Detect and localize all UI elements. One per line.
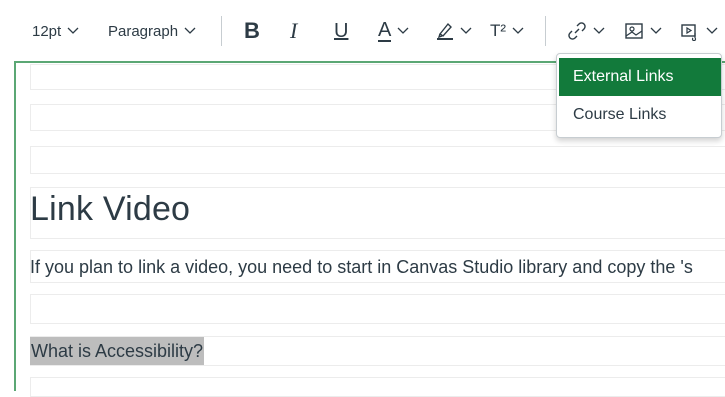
link-icon — [567, 21, 587, 41]
link-dropdown-menu: External Links Course Links — [556, 53, 722, 138]
highlight-color-button[interactable] — [436, 16, 472, 46]
menu-item-external-links[interactable]: External Links — [559, 58, 721, 96]
image-button[interactable] — [624, 16, 662, 46]
chevron-down-icon — [706, 27, 718, 35]
link-button[interactable] — [567, 16, 605, 46]
chevron-down-icon — [67, 27, 79, 35]
media-icon — [680, 21, 700, 41]
bold-button[interactable]: B — [244, 16, 260, 46]
chevron-down-icon — [512, 27, 524, 35]
toolbar-separator — [545, 16, 546, 46]
font-color-icon: A — [378, 19, 392, 42]
empty-paragraph[interactable] — [30, 294, 725, 324]
media-button[interactable] — [680, 16, 718, 46]
content-heading: Link Video — [30, 190, 191, 228]
italic-icon: I — [290, 18, 298, 43]
chevron-down-icon — [460, 27, 472, 35]
font-color-button[interactable]: A — [378, 16, 409, 46]
underline-button[interactable]: U — [334, 16, 348, 46]
font-size-value: 12pt — [32, 22, 62, 40]
block-format-dropdown[interactable]: Paragraph — [108, 16, 196, 46]
block-format-value: Paragraph — [108, 22, 179, 40]
bold-icon: B — [244, 18, 260, 43]
font-size-dropdown[interactable]: 12pt — [32, 16, 79, 46]
italic-button[interactable]: I — [290, 16, 297, 46]
chevron-down-icon — [184, 27, 196, 35]
toolbar-separator — [221, 16, 222, 46]
image-icon — [624, 21, 644, 41]
highlighter-icon — [436, 21, 454, 41]
underline-icon: U — [334, 19, 349, 42]
superscript-button[interactable]: T² — [490, 16, 524, 46]
chevron-down-icon — [593, 27, 605, 35]
superscript-icon: T² — [490, 21, 507, 40]
empty-paragraph[interactable] — [30, 377, 725, 397]
chevron-down-icon — [397, 27, 409, 35]
chevron-down-icon — [650, 27, 662, 35]
highlighted-text: What is Accessibility? — [30, 337, 205, 365]
content-body-text: If you plan to link a video, you need to… — [30, 257, 693, 277]
editor-toolbar: 12pt Paragraph B I U A T² — [0, 0, 725, 60]
menu-item-course-links[interactable]: Course Links — [559, 96, 721, 134]
empty-paragraph[interactable] — [30, 146, 725, 174]
